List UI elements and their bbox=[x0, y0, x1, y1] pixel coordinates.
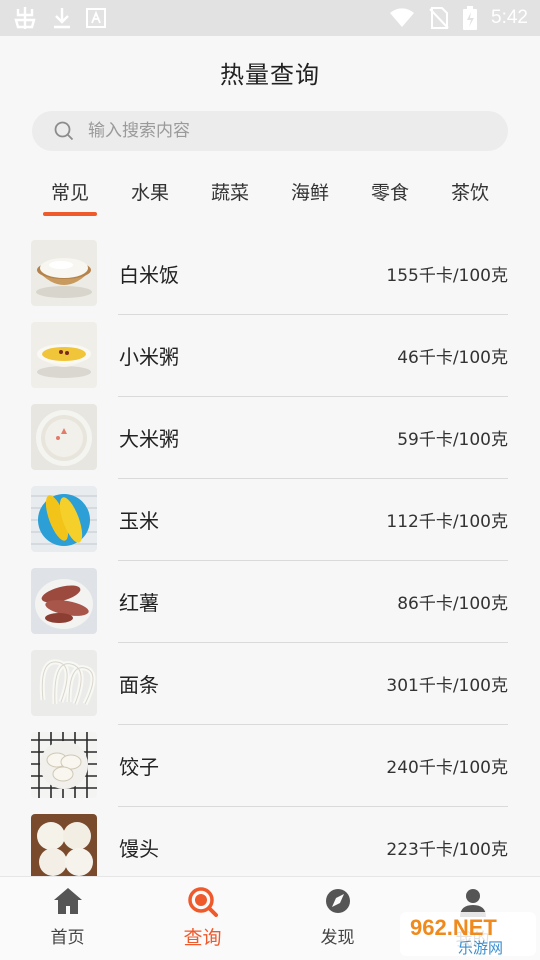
corn-image bbox=[31, 486, 97, 552]
battery-charging-icon bbox=[463, 6, 478, 30]
food-name: 馒头 bbox=[119, 836, 159, 861]
tab-vegetables[interactable]: 蔬菜 bbox=[190, 170, 270, 218]
search-input[interactable] bbox=[88, 116, 468, 146]
food-row[interactable]: 饺子 240千卡/100克 bbox=[0, 724, 540, 806]
app-notification-icon bbox=[12, 6, 38, 30]
tab-tea-drinks[interactable]: 茶饮 bbox=[430, 170, 510, 218]
tab-snacks[interactable]: 零食 bbox=[350, 170, 430, 218]
nav-search[interactable]: 查询 bbox=[135, 877, 270, 960]
download-icon bbox=[52, 6, 72, 30]
search-icon bbox=[54, 121, 74, 141]
home-icon bbox=[53, 887, 83, 915]
food-row[interactable]: 白米饭 155千卡/100克 bbox=[0, 232, 540, 314]
food-name: 大米粥 bbox=[119, 426, 179, 451]
search-icon bbox=[187, 887, 219, 917]
food-row[interactable]: 小米粥 46千卡/100克 bbox=[0, 314, 540, 396]
svg-text:962.NET: 962.NET bbox=[410, 915, 497, 940]
food-row[interactable]: 红薯 86千卡/100克 bbox=[0, 560, 540, 642]
food-name: 玉米 bbox=[119, 508, 159, 533]
nav-discover-label: 发现 bbox=[320, 928, 355, 948]
dumplings-image bbox=[31, 732, 97, 798]
wifi-icon bbox=[389, 8, 415, 28]
status-time: 5:42 bbox=[491, 7, 528, 28]
no-sim-icon bbox=[429, 7, 449, 29]
food-row[interactable]: 馒头 223千卡/100克 bbox=[0, 806, 540, 876]
food-calories: 86千卡/100克 bbox=[397, 593, 508, 614]
nav-discover[interactable]: 发现 bbox=[270, 877, 405, 960]
tab-fruit[interactable]: 水果 bbox=[110, 170, 190, 218]
tab-seafood[interactable]: 海鲜 bbox=[270, 170, 350, 218]
food-name: 红薯 bbox=[119, 590, 159, 615]
food-calories: 223千卡/100克 bbox=[386, 839, 508, 860]
food-row[interactable]: 面条 301千卡/100克 bbox=[0, 642, 540, 724]
food-row[interactable]: 玉米 112千卡/100克 bbox=[0, 478, 540, 560]
food-name: 面条 bbox=[119, 672, 159, 697]
food-calories: 155千卡/100克 bbox=[386, 265, 508, 286]
status-bar: 5:42 bbox=[0, 0, 540, 36]
svg-text:乐游网: 乐游网 bbox=[458, 939, 503, 957]
rice-porridge-image bbox=[31, 404, 97, 470]
food-calories: 112千卡/100克 bbox=[386, 511, 508, 532]
search-bar[interactable] bbox=[32, 111, 508, 151]
category-tabs: 常见 水果 蔬菜 海鲜 零食 茶饮 bbox=[30, 170, 510, 218]
food-name: 白米饭 bbox=[119, 262, 179, 287]
page-title: 热量查询 bbox=[220, 60, 320, 89]
noodles-image bbox=[31, 650, 97, 716]
font-icon bbox=[86, 8, 106, 28]
site-watermark-logo: 962.NET 乐游网 bbox=[400, 910, 538, 958]
nav-search-label: 查询 bbox=[183, 927, 222, 949]
food-list: 白米饭 155千卡/100克 小米粥 46千卡/100克 大米粥 59千卡/10… bbox=[0, 232, 540, 876]
food-row[interactable]: 大米粥 59千卡/100克 bbox=[0, 396, 540, 478]
sweet-potato-image bbox=[31, 568, 97, 634]
food-calories: 59千卡/100克 bbox=[397, 429, 508, 450]
millet-porridge-image bbox=[31, 322, 97, 388]
steamed-bun-image bbox=[31, 814, 97, 876]
food-calories: 46千卡/100克 bbox=[397, 347, 508, 368]
food-name: 小米粥 bbox=[119, 344, 179, 369]
food-calories: 301千卡/100克 bbox=[386, 675, 508, 696]
food-calories: 240千卡/100克 bbox=[386, 757, 508, 778]
food-name: 饺子 bbox=[119, 754, 159, 779]
nav-home-label: 首页 bbox=[50, 928, 85, 948]
nav-home[interactable]: 首页 bbox=[0, 877, 135, 960]
rice-bowl-image bbox=[31, 240, 97, 306]
discover-icon bbox=[323, 887, 353, 915]
app-header: 热量查询 bbox=[0, 36, 540, 108]
tab-common[interactable]: 常见 bbox=[30, 170, 110, 218]
